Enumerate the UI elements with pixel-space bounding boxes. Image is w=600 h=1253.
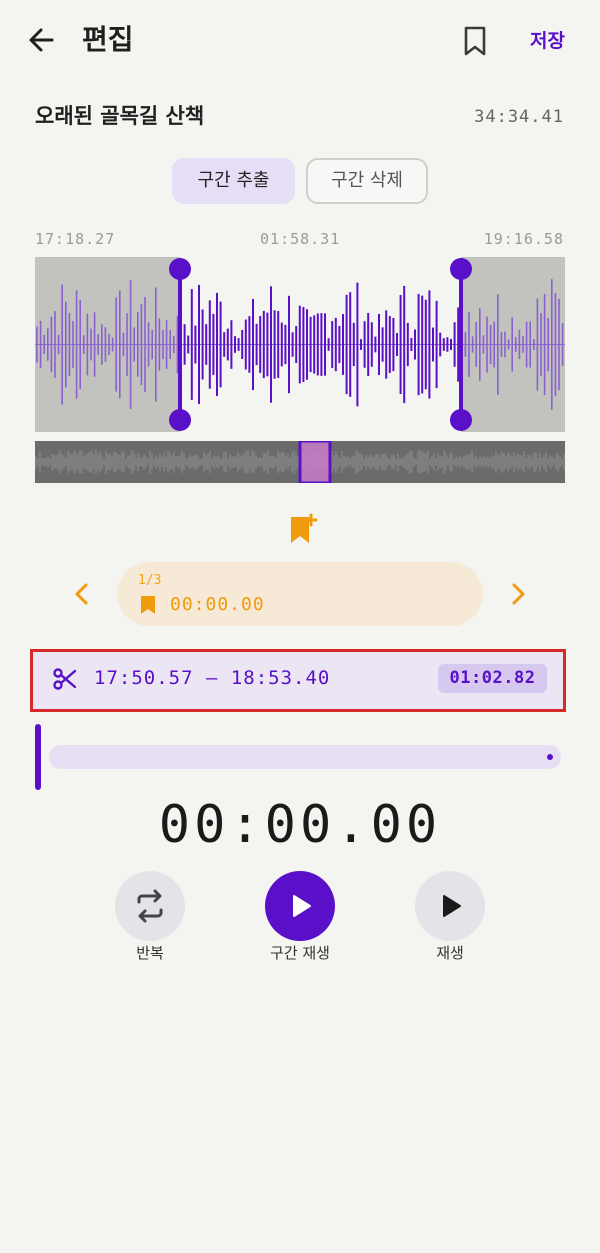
bookmark-add-icon (291, 513, 318, 543)
arrow-left-icon (29, 28, 54, 52)
repeat-label: 반복 (136, 944, 164, 962)
segment-play-label: 구간 재생 (270, 944, 330, 962)
play-label: 재생 (436, 944, 464, 962)
selection-duration-badge: 01:02.82 (438, 664, 547, 693)
bookmark-time: 00:00.00 (170, 594, 265, 615)
playback-progress-track[interactable] (49, 745, 561, 769)
bookmark-button[interactable] (458, 24, 492, 58)
play-button[interactable] (415, 871, 485, 941)
add-bookmark-button[interactable] (288, 513, 318, 547)
selection-range-text: 17:50.57 – 18:53.40 (94, 667, 331, 689)
chevron-left-icon (75, 583, 88, 605)
extract-segment-tab[interactable]: 구간 추출 (172, 158, 295, 204)
waveform-editor[interactable] (35, 257, 565, 432)
playhead[interactable] (35, 724, 41, 790)
timeline-center-time: 01:58.31 (260, 230, 341, 248)
chevron-right-icon (512, 583, 525, 605)
save-button[interactable]: 저장 (530, 26, 565, 56)
segment-play-button[interactable] (265, 871, 335, 941)
scissors-icon (53, 668, 77, 690)
recording-total-duration: 34:34.41 (474, 107, 564, 127)
overview-viewport[interactable] (298, 441, 332, 483)
current-time-display: 00:00.00 (158, 795, 442, 855)
play-icon (293, 895, 311, 917)
timeline-right-time: 19:16.58 (483, 230, 564, 248)
waveform-overview[interactable] (35, 441, 565, 483)
repeat-button[interactable] (115, 871, 185, 941)
recording-name: 오래된 골목길 산책 (35, 104, 205, 128)
back-button[interactable] (24, 22, 60, 58)
repeat-icon (137, 889, 163, 923)
timeline-left-time: 17:18.27 (35, 230, 116, 248)
bookmark-outline-icon (464, 26, 486, 56)
bookmark-icon (141, 596, 155, 614)
previous-bookmark-button[interactable] (68, 578, 96, 610)
next-bookmark-button[interactable] (504, 578, 532, 610)
delete-segment-tab[interactable]: 구간 삭제 (306, 158, 428, 204)
play-icon (443, 895, 461, 917)
page-title: 편집 (82, 23, 134, 56)
bookmark-counter: 1/3 (138, 573, 162, 588)
progress-end-dot (547, 754, 553, 760)
